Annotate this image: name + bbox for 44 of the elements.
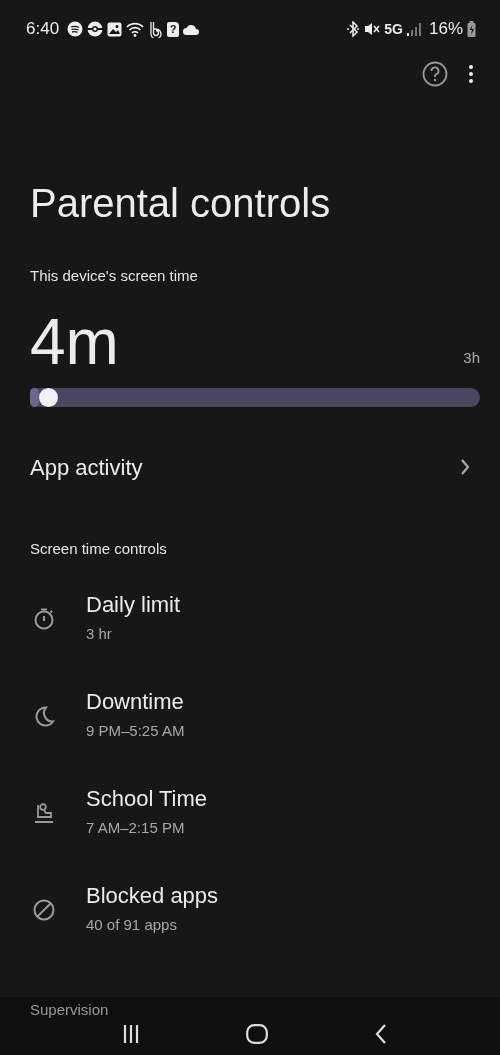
bluetooth-icon <box>346 21 361 37</box>
ball-icon <box>87 21 104 37</box>
section-heading: Screen time controls <box>30 538 168 559</box>
row-subtitle: 3 hr <box>86 623 113 644</box>
limit-label: 3h <box>463 348 480 368</box>
home-icon[interactable] <box>246 1023 268 1044</box>
timer-icon <box>32 606 56 631</box>
section-heading: Supervision <box>30 1000 109 1020</box>
battery-percent: 16% <box>428 18 463 41</box>
clock-time: 6:40 <box>26 18 60 41</box>
row-title: School Time <box>86 785 208 812</box>
network-type: 5G <box>384 19 403 39</box>
screen-time-total: 4m <box>30 309 119 374</box>
app-activity-row[interactable]: App activity <box>30 450 470 484</box>
b-logo-icon <box>148 20 164 38</box>
image-icon <box>107 21 123 37</box>
music-app-icon <box>67 21 84 37</box>
settings-row[interactable]: School Time 7 AM–2:15 PM <box>0 764 500 861</box>
help-icon[interactable] <box>422 61 448 87</box>
settings-row[interactable]: Blocked apps 40 of 91 apps <box>0 861 500 958</box>
chevron-right-icon <box>460 458 470 476</box>
section-heading: This device's screen time <box>30 266 199 286</box>
settings-row[interactable]: Daily limit 3 hr <box>0 570 500 667</box>
row-subtitle: 9 PM–5:25 AM <box>86 720 185 741</box>
wifi-icon <box>126 21 145 37</box>
blocked-icon <box>32 897 56 922</box>
moon-icon <box>32 703 56 728</box>
row-title: Blocked apps <box>86 882 219 909</box>
mute-icon <box>364 21 381 37</box>
back-icon[interactable] <box>374 1023 387 1044</box>
sim-card-icon: ? <box>167 21 180 37</box>
app-activity-label: App activity <box>30 453 143 482</box>
row-subtitle: 40 of 91 apps <box>86 914 178 935</box>
recent-apps-icon[interactable] <box>123 1024 140 1043</box>
row-title: Downtime <box>86 688 185 715</box>
row-subtitle: 7 AM–2:15 PM <box>86 817 186 838</box>
person-at-desk-icon <box>32 800 56 825</box>
cloud-icon <box>183 23 201 35</box>
signal-icon <box>406 22 421 36</box>
more-options-icon[interactable] <box>468 64 474 84</box>
row-title: Daily limit <box>86 591 181 618</box>
settings-row[interactable]: Downtime 9 PM–5:25 AM <box>0 667 500 764</box>
page-title: Parental controls <box>30 181 332 225</box>
battery-icon <box>467 21 476 37</box>
